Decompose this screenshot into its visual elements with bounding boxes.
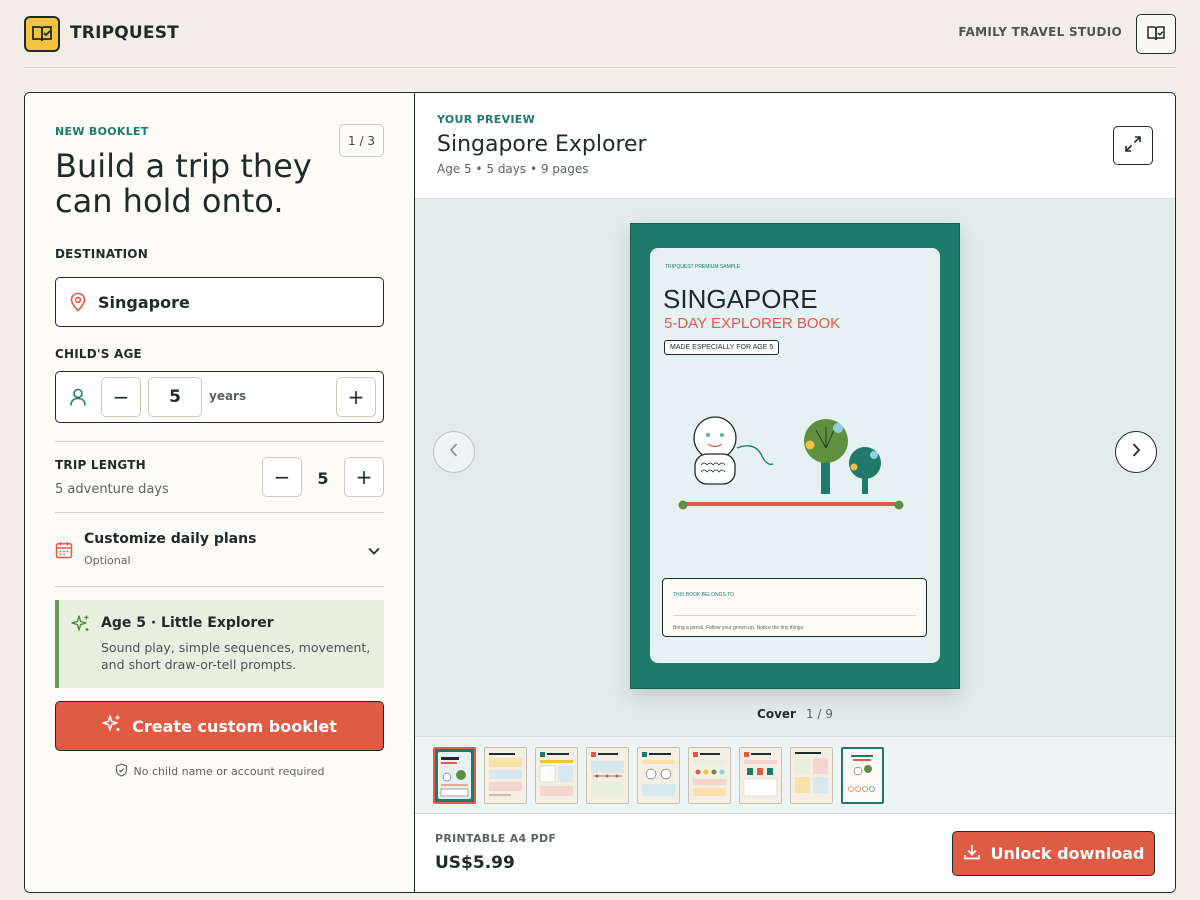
booklet-cover-page: TRIPQUEST PREMIUM SAMPLE SINGAPORE 5-DAY…: [630, 223, 960, 689]
cover-small-label: TRIPQUEST PREMIUM SAMPLE: [665, 264, 741, 270]
belongs-to-box: THIS BOOK BELONGS TO Bring a pencil. Fol…: [662, 578, 927, 637]
expand-preview-button[interactable]: [1113, 126, 1153, 165]
days-value: 5: [317, 469, 329, 488]
price: US$5.99: [435, 853, 515, 873]
privacy-text: No child name or account required: [133, 765, 325, 778]
divider: [55, 441, 384, 442]
preview-panel: YOUR PREVIEW Singapore Explorer Age 5 • …: [415, 93, 1175, 892]
cover-title: SINGAPORE: [663, 284, 818, 314]
customize-title: Customize daily plans: [84, 531, 257, 547]
download-icon: [963, 843, 981, 865]
booklet-builder-panel: NEW BOOKLET 1 / 3 Build a trip they can …: [25, 93, 415, 892]
expand-icon: [1124, 135, 1142, 157]
thumbnail-4[interactable]: [586, 747, 629, 804]
thumbnail-6[interactable]: [688, 747, 731, 804]
previous-page-button[interactable]: [433, 431, 475, 473]
cover-illustration: [670, 408, 910, 522]
studio-label: FAMILY TRAVEL STUDIO: [958, 25, 1122, 39]
book-check-icon[interactable]: [24, 16, 60, 52]
unlock-download-button[interactable]: Unlock download: [952, 831, 1155, 876]
new-booklet-eyebrow: NEW BOOKLET: [55, 125, 149, 138]
book-icon[interactable]: [1136, 14, 1176, 54]
thumbnail-2[interactable]: [484, 747, 527, 804]
days-decrement-button[interactable]: −: [262, 457, 302, 497]
header-divider: [24, 67, 1176, 68]
create-booklet-button[interactable]: Create custom booklet: [55, 701, 384, 751]
format-label: PRINTABLE A4 PDF: [435, 832, 557, 845]
preview-stage: TRIPQUEST PREMIUM SAMPLE SINGAPORE 5-DAY…: [415, 198, 1175, 736]
preview-title: Singapore Explorer: [437, 132, 647, 157]
thumbnail-1[interactable]: [433, 747, 476, 804]
brand-name: TRIPQUEST: [70, 23, 179, 43]
chevron-left-icon: [449, 442, 459, 462]
page-title: Build a trip they can hold onto.: [55, 147, 312, 220]
chevron-right-icon: [1131, 442, 1141, 462]
cover-panel: TRIPQUEST PREMIUM SAMPLE SINGAPORE 5-DAY…: [650, 248, 940, 663]
chevron-down-icon: [367, 541, 381, 560]
destination-label: DESTINATION: [55, 247, 148, 261]
age-unit: years: [209, 389, 247, 403]
days-increment-button[interactable]: +: [344, 457, 384, 497]
age-decrement-button[interactable]: −: [101, 377, 141, 417]
belongs-to-note: Bring a pencil. Follow your grown-up. No…: [673, 625, 805, 631]
top-bar: TRIPQUEST FAMILY TRAVEL STUDIO: [24, 14, 1176, 54]
tip-title: Age 5 · Little Explorer: [101, 615, 274, 631]
thumbnail-7[interactable]: [739, 747, 782, 804]
sparkle-icon: [71, 614, 91, 638]
age-tip-card: Age 5 · Little Explorer Sound play, simp…: [55, 600, 384, 688]
step-indicator: 1 / 3: [339, 124, 384, 157]
thumbnail-3[interactable]: [535, 747, 578, 804]
divider: [55, 586, 384, 587]
divider: [55, 512, 384, 513]
trip-length-sub: 5 adventure days: [55, 482, 169, 497]
destination-value: Singapore: [98, 293, 190, 312]
main-card: NEW BOOKLET 1 / 3 Build a trip they can …: [24, 92, 1176, 893]
thumbnail-strip: [415, 736, 1175, 814]
cover-age-tag: MADE ESPECIALLY FOR AGE 5: [664, 340, 780, 355]
belongs-to-label: THIS BOOK BELONGS TO: [673, 592, 734, 598]
trip-length-label: TRIP LENGTH: [55, 458, 146, 472]
privacy-note: No child name or account required: [55, 763, 384, 780]
shield-check-icon: [115, 763, 128, 780]
map-pin-icon: [69, 292, 87, 316]
cover-subtitle: 5-DAY EXPLORER BOOK: [664, 315, 841, 332]
thumbnail-8[interactable]: [790, 747, 833, 804]
preview-meta: Age 5 • 5 days • 9 pages: [437, 162, 589, 176]
page-name: Cover: [757, 707, 796, 721]
age-increment-button[interactable]: +: [336, 377, 376, 417]
customize-sub: Optional: [84, 554, 131, 567]
name-line: [673, 615, 916, 616]
page-counter: 1 / 9: [805, 707, 833, 721]
page-caption: Cover 1 / 9: [415, 707, 1175, 721]
age-stepper: − 5 years +: [55, 371, 384, 423]
child-age-label: CHILD'S AGE: [55, 347, 142, 361]
thumbnail-9[interactable]: [841, 747, 884, 804]
unlock-download-label: Unlock download: [990, 844, 1145, 863]
person-icon: [68, 387, 88, 411]
age-value[interactable]: 5: [148, 377, 202, 417]
next-page-button[interactable]: [1115, 431, 1157, 473]
sparkle-icon: [102, 714, 122, 738]
tip-body: Sound play, simple sequences, movement, …: [101, 640, 371, 672]
destination-input[interactable]: Singapore: [55, 277, 384, 327]
preview-eyebrow: YOUR PREVIEW: [437, 113, 536, 126]
create-booklet-label: Create custom booklet: [132, 716, 337, 736]
calendar-icon: [55, 541, 73, 563]
thumbnail-5[interactable]: [637, 747, 680, 804]
customize-plans-toggle[interactable]: Customize daily plans Optional: [55, 531, 384, 569]
